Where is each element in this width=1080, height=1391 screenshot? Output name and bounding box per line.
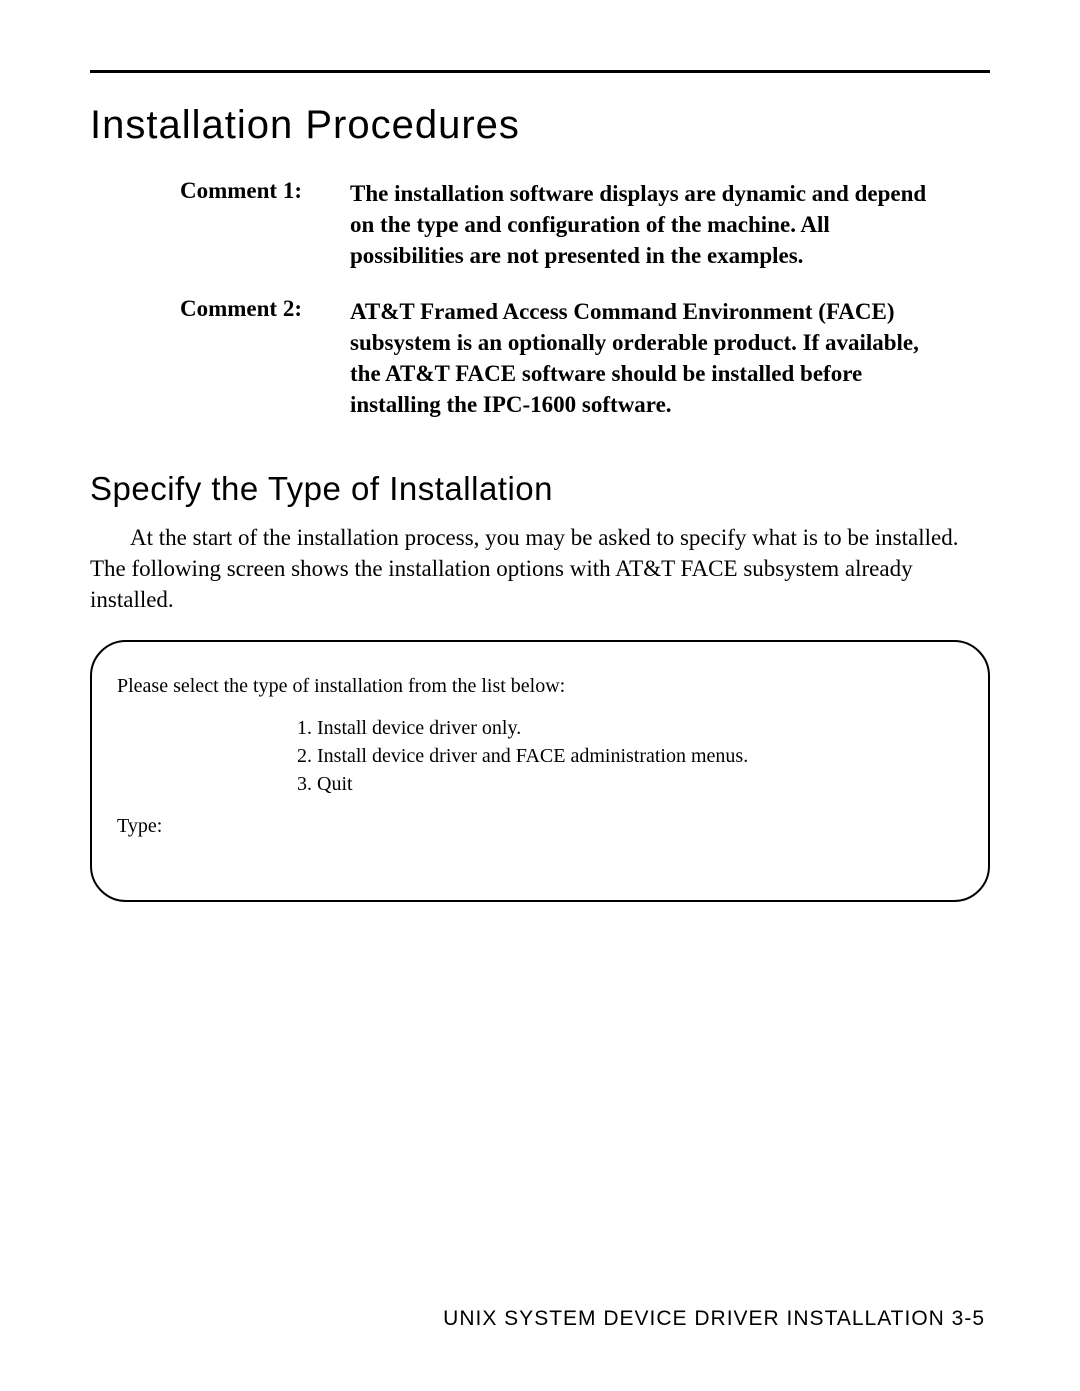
terminal-type-label: Type: [117, 812, 963, 840]
comment-1-block: Comment 1: The installation software dis… [180, 178, 940, 271]
terminal-screen: Please select the type of installation f… [90, 640, 990, 902]
terminal-options: 1. Install device driver only. 2. Instal… [297, 714, 963, 798]
section-title: Specify the Type of Installation [90, 470, 1000, 508]
page-title: Installation Procedures [90, 103, 1000, 148]
comment-1-text: The installation software displays are d… [350, 178, 940, 271]
comment-2-label: Comment 2: [180, 296, 350, 420]
page-footer: UNIX SYSTEM DEVICE DRIVER INSTALLATION 3… [443, 1307, 985, 1331]
terminal-option-1: 1. Install device driver only. [297, 714, 963, 742]
terminal-option-2: 2. Install device driver and FACE admini… [297, 742, 963, 770]
comment-2-block: Comment 2: AT&T Framed Access Command En… [180, 296, 940, 420]
terminal-option-3: 3. Quit [297, 770, 963, 798]
terminal-prompt: Please select the type of installation f… [117, 672, 963, 700]
comment-2-text: AT&T Framed Access Command Environment (… [350, 296, 940, 420]
comment-1-label: Comment 1: [180, 178, 350, 271]
horizontal-rule [90, 70, 990, 73]
body-paragraph: At the start of the installation process… [90, 522, 970, 615]
